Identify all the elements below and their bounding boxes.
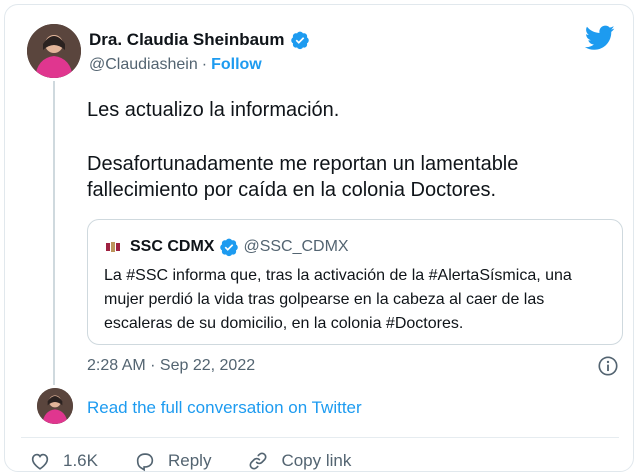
quoted-tweet-text: La #SSC informa que, tras la activación … xyxy=(104,267,572,332)
reply-icon xyxy=(136,453,154,472)
separator-dot: · xyxy=(201,56,208,73)
author-name[interactable]: Dra. Claudia Sheinbaum xyxy=(89,30,285,50)
tweet-body: Les actualizo la información. Desafortun… xyxy=(87,97,617,203)
author-avatar[interactable] xyxy=(27,24,81,78)
link-icon xyxy=(249,452,267,470)
author-handle-row: @Claudiashein · Follow xyxy=(89,56,262,74)
quoted-tweet-header: SSC CDMX @SSC_CDMX xyxy=(104,237,349,257)
like-button[interactable]: 1.6K xyxy=(29,450,98,472)
author-handle[interactable]: @Claudiashein xyxy=(89,56,198,74)
heart-icon xyxy=(31,453,49,470)
tweet-paragraph: Desafortunadamente me reportan un lament… xyxy=(87,153,519,201)
quoted-tweet[interactable]: SSC CDMX @SSC_CDMX La #SSC informa que, … xyxy=(87,219,623,345)
info-icon[interactable] xyxy=(597,355,619,377)
reply-label: Reply xyxy=(167,451,212,470)
tweet-card: Dra. Claudia Sheinbaum @Claudiashein · F… xyxy=(4,4,634,472)
divider xyxy=(21,437,619,438)
tweet-timestamp[interactable]: 2:28 AM · Sep 22, 2022 xyxy=(87,357,255,375)
read-conversation-link[interactable]: Read the full conversation on Twitter xyxy=(87,398,362,418)
follow-button[interactable]: Follow xyxy=(211,56,262,74)
like-count: 1.6K xyxy=(63,451,98,470)
quoted-author-name: SSC CDMX xyxy=(130,238,215,255)
author-name-row: Dra. Claudia Sheinbaum xyxy=(89,30,310,50)
copy-link-label: Copy link xyxy=(281,451,352,470)
conversation-avatar[interactable] xyxy=(37,388,73,424)
verified-badge-icon xyxy=(290,30,310,50)
twitter-bird-icon[interactable] xyxy=(584,25,615,51)
tweet-paragraph: Les actualizo la información. xyxy=(87,99,340,121)
copy-link-button[interactable]: Copy link xyxy=(247,450,351,472)
reply-button[interactable]: Reply xyxy=(134,450,211,472)
ssc-logo-icon xyxy=(104,238,122,256)
verified-badge-icon xyxy=(219,237,239,257)
thread-line xyxy=(53,81,55,385)
quoted-author-handle: @SSC_CDMX xyxy=(243,238,349,255)
action-bar: 1.6K Reply Copy link xyxy=(29,450,387,472)
